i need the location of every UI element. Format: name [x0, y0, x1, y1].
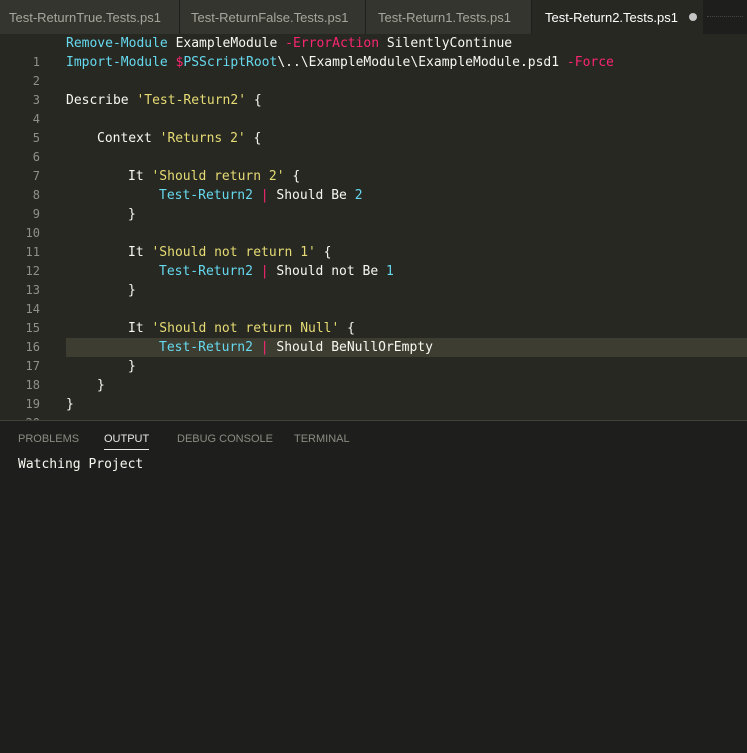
code-content[interactable]: }: [66, 205, 747, 224]
tab-problems[interactable]: PROBLEMS: [18, 433, 79, 449]
code-token: It: [128, 321, 152, 336]
code-token: Test-Return2: [159, 188, 253, 203]
code-token: Import-Module: [66, 55, 168, 70]
code-line-current: 17 Test-Return2 | Should BeNullOrEmpty: [0, 338, 747, 373]
code-editor[interactable]: 1 Remove-Module ExampleModule -ErrorActi…: [0, 34, 747, 430]
code-token: Remove-Module: [66, 36, 168, 51]
code-content[interactable]: Describe 'Test-Return2' {: [66, 91, 747, 110]
tab-debug-console[interactable]: DEBUG CONSOLE: [177, 433, 273, 449]
code-token: Describe: [66, 93, 137, 108]
bottom-panel: PROBLEMS OUTPUT DEBUG CONSOLE TERMINAL W…: [0, 420, 747, 753]
unsaved-dot-icon[interactable]: [688, 13, 697, 21]
code-token: {: [284, 169, 301, 184]
code-content[interactable]: Test-Return2 | Should Be 2: [66, 186, 747, 205]
code-token: {: [315, 245, 332, 260]
code-token: $: [167, 55, 184, 70]
code-token: Test-Return2: [159, 340, 253, 355]
code-line: 18 }: [0, 357, 747, 392]
code-token: }: [128, 207, 136, 222]
code-line: 15: [0, 300, 747, 335]
code-token: Context: [97, 131, 160, 146]
code-token: Test-Return2: [159, 264, 253, 279]
code-token: 'Test-Return2': [136, 93, 247, 108]
code-token: PSScriptRoot: [183, 55, 278, 70]
code-line: 9 Test-Return2 | Should Be 2: [0, 186, 747, 221]
code-token: }: [97, 378, 105, 393]
tab-output[interactable]: OUTPUT: [104, 433, 150, 450]
tab-label: Test-Return1.Tests.ps1: [378, 9, 511, 25]
code-content[interactable]: }: [66, 281, 747, 300]
code-token: It: [128, 245, 152, 260]
tab-label: Test-Return2.Tests.ps1: [545, 9, 678, 25]
code-token: |: [252, 264, 277, 279]
code-token: \..\ExampleModule\ExampleModule.psd1: [277, 55, 567, 70]
code-line: 6 Context 'Returns 2' {: [0, 129, 747, 164]
code-line: 3: [0, 72, 747, 107]
code-token: ExampleModule: [167, 36, 286, 51]
code-token: 'Should return 2': [151, 169, 285, 184]
tab-test-returnfalse[interactable]: Test-ReturnFalse.Tests.ps1: [180, 0, 366, 34]
code-content[interactable]: Context 'Returns 2' {: [66, 129, 747, 148]
tab-bar-empty-area: [704, 0, 747, 34]
code-line: 5: [0, 110, 747, 145]
code-token: 'Returns 2': [159, 131, 246, 146]
code-token: Should not Be: [276, 264, 386, 279]
code-line: 2 Import-Module $PSScriptRoot\..\Example…: [0, 53, 747, 88]
code-token: 2: [354, 188, 363, 203]
code-token: }: [128, 283, 136, 298]
code-line: 4 Describe 'Test-Return2' {: [0, 91, 747, 126]
code-line: 20 }: [0, 395, 747, 430]
code-token: 'Should not return 1': [151, 245, 316, 260]
code-line: 19 }: [0, 376, 747, 411]
tab-terminal[interactable]: TERMINAL: [294, 433, 350, 449]
code-content[interactable]: }: [66, 395, 747, 414]
code-line: 14 }: [0, 281, 747, 316]
code-token: -Force: [566, 55, 614, 70]
code-token: Should Be: [276, 188, 355, 203]
code-content[interactable]: Import-Module $PSScriptRoot\..\ExampleMo…: [66, 53, 747, 72]
code-line: 11: [0, 224, 747, 259]
tab-label: Test-ReturnTrue.Tests.ps1: [9, 9, 161, 25]
code-line: 10 }: [0, 205, 747, 240]
code-token: -ErrorAction: [285, 36, 380, 51]
output-content[interactable]: Watching Project: [18, 457, 143, 472]
code-line: 8 It 'Should return 2' {: [0, 167, 747, 202]
code-content[interactable]: }: [66, 376, 747, 395]
code-line: 1 Remove-Module ExampleModule -ErrorActi…: [0, 34, 747, 69]
code-content[interactable]: Remove-Module ExampleModule -ErrorAction…: [66, 34, 747, 53]
tab-label: Test-ReturnFalse.Tests.ps1: [191, 9, 349, 25]
tab-test-return1[interactable]: Test-Return1.Tests.ps1: [366, 0, 532, 34]
code-token: It: [128, 169, 152, 184]
code-content[interactable]: It 'Should not return 1' {: [66, 243, 747, 262]
code-token: Should BeNullOrEmpty: [276, 340, 433, 355]
editor-tab-bar: Test-ReturnTrue.Tests.ps1 Test-ReturnFal…: [0, 0, 747, 34]
code-line: 7: [0, 148, 747, 183]
tab-test-returntrue[interactable]: Test-ReturnTrue.Tests.ps1: [0, 0, 180, 34]
editor-actions-placeholder: [707, 16, 743, 18]
code-content[interactable]: Test-Return2 | Should BeNullOrEmpty: [66, 338, 747, 357]
code-token: SilentlyContinue: [379, 36, 513, 51]
tab-test-return2[interactable]: Test-Return2.Tests.ps1: [532, 0, 704, 34]
code-token: |: [252, 340, 277, 355]
panel-tab-bar: PROBLEMS OUTPUT DEBUG CONSOLE TERMINAL: [0, 421, 747, 457]
code-line: 12 It 'Should not return 1' {: [0, 243, 747, 278]
code-content[interactable]: }: [66, 357, 747, 376]
code-token: }: [66, 397, 74, 412]
code-line: 13 Test-Return2 | Should not Be 1: [0, 262, 747, 297]
code-content[interactable]: It 'Should return 2' {: [66, 167, 747, 186]
code-token: {: [246, 93, 262, 108]
code-line: 16 It 'Should not return Null' {: [0, 319, 747, 354]
code-token: }: [128, 359, 136, 374]
code-content[interactable]: Test-Return2 | Should not Be 1: [66, 262, 747, 281]
code-token: {: [245, 131, 262, 146]
code-content[interactable]: It 'Should not return Null' {: [66, 319, 747, 338]
code-token: {: [339, 321, 355, 336]
code-token: 'Should not return Null': [151, 321, 340, 336]
code-token: 1: [385, 264, 394, 279]
code-token: |: [252, 188, 277, 203]
